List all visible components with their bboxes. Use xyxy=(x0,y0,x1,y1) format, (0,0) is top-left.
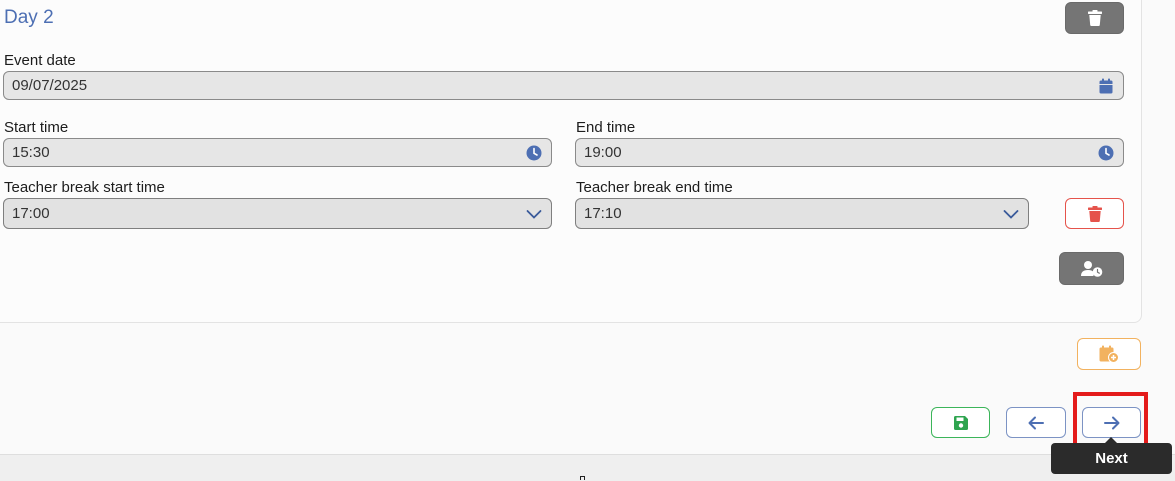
break-start-value: 17:00 xyxy=(12,205,50,222)
end-time-value: 19:00 xyxy=(584,144,622,161)
event-date-label: Event date xyxy=(4,52,76,69)
calendar-icon[interactable] xyxy=(1098,78,1114,94)
end-time-label: End time xyxy=(576,119,636,136)
floppy-disk-icon xyxy=(953,415,968,430)
break-end-value: 17:10 xyxy=(584,205,622,222)
delete-break-button[interactable] xyxy=(1065,198,1124,229)
chevron-down-icon xyxy=(526,210,542,219)
text-cursor xyxy=(580,476,585,480)
break-end-label: Teacher break end time xyxy=(576,179,733,196)
tooltip-text: Next xyxy=(1095,450,1128,467)
start-time-label: Start time xyxy=(4,119,69,136)
break-start-label: Teacher break start time xyxy=(4,179,165,196)
user-clock-icon xyxy=(1080,260,1102,277)
clock-icon[interactable] xyxy=(1098,145,1114,161)
break-start-select[interactable]: 17:00 xyxy=(3,198,552,229)
event-date-field[interactable]: 09/07/2025 xyxy=(3,71,1124,100)
assign-teacher-button[interactable] xyxy=(1059,252,1124,285)
end-time-field[interactable]: 19:00 xyxy=(575,138,1124,167)
calendar-plus-icon xyxy=(1099,345,1119,363)
next-tooltip: Next xyxy=(1051,437,1172,474)
event-date-value: 09/07/2025 xyxy=(12,77,88,94)
add-day-button[interactable] xyxy=(1077,338,1141,370)
bottom-bar xyxy=(0,454,1175,481)
chevron-down-icon xyxy=(1003,210,1019,219)
tooltip-arrow xyxy=(1105,437,1117,443)
start-time-value: 15:30 xyxy=(12,144,50,161)
trash-icon xyxy=(1087,205,1102,222)
day-title: Day 2 xyxy=(4,7,54,28)
arrow-left-icon xyxy=(1028,416,1044,429)
start-time-field[interactable]: 15:30 xyxy=(3,138,552,167)
delete-day-button[interactable] xyxy=(1065,2,1124,34)
save-button[interactable] xyxy=(931,407,990,438)
break-end-select[interactable]: 17:10 xyxy=(575,198,1029,229)
clock-icon[interactable] xyxy=(526,145,542,161)
trash-icon xyxy=(1087,10,1102,26)
back-button[interactable] xyxy=(1006,407,1066,438)
